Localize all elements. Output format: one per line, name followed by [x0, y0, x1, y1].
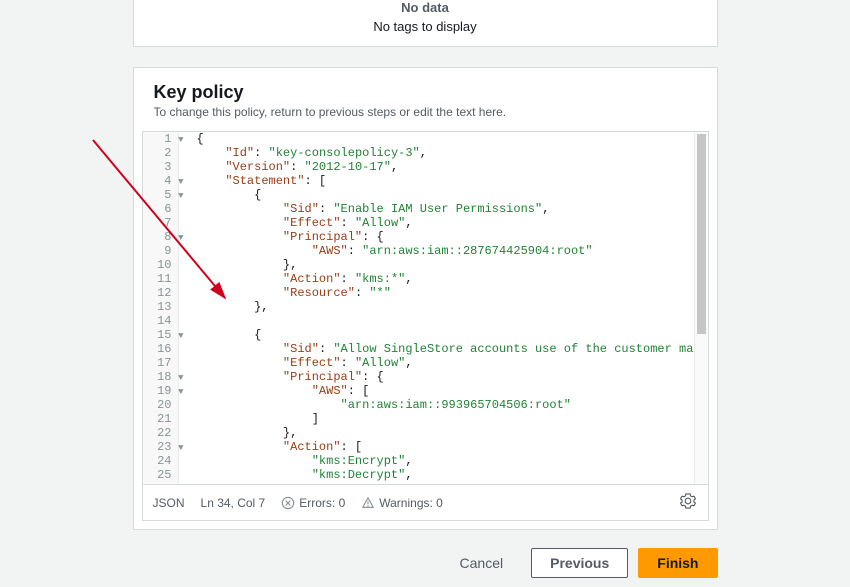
status-errors: Errors: 0: [281, 496, 345, 510]
line-number: 7: [153, 216, 172, 230]
editor-gutter: 1▼234▼5▼678▼9101112131415▼161718▼19▼2021…: [143, 132, 179, 484]
line-number: 25: [153, 468, 172, 482]
line-number: 10: [153, 258, 172, 272]
no-data-panel: No data No tags to display: [133, 0, 718, 47]
line-number: 14: [153, 314, 172, 328]
code-line[interactable]: ]: [197, 412, 694, 426]
code-line[interactable]: "Sid": "Allow SingleStore accounts use o…: [197, 342, 694, 356]
key-policy-title: Key policy: [154, 82, 697, 103]
fold-icon[interactable]: ▼: [178, 329, 183, 343]
fold-icon[interactable]: ▼: [178, 133, 183, 147]
code-line[interactable]: "Id": "key-consolepolicy-3",: [197, 146, 694, 160]
editor-status-bar: JSON Ln 34, Col 7 Errors: 0 Warnings: 0: [143, 484, 708, 520]
line-number: 2: [153, 146, 172, 160]
fold-icon[interactable]: ▼: [178, 441, 183, 455]
code-line[interactable]: "Resource": "*": [197, 286, 694, 300]
line-number: 12: [153, 286, 172, 300]
line-number: 21: [153, 412, 172, 426]
line-number: 3: [153, 160, 172, 174]
editor-scrollbar[interactable]: [694, 132, 708, 484]
code-editor[interactable]: 1▼234▼5▼678▼9101112131415▼161718▼19▼2021…: [142, 131, 709, 521]
line-number: 22: [153, 426, 172, 440]
error-icon: [281, 496, 295, 510]
line-number: 13: [153, 300, 172, 314]
code-line[interactable]: [197, 314, 694, 328]
key-policy-panel: Key policy To change this policy, return…: [133, 67, 718, 530]
code-line[interactable]: "Sid": "Enable IAM User Permissions",: [197, 202, 694, 216]
code-line[interactable]: "arn:aws:iam::993965704506:root": [197, 398, 694, 412]
line-number: 23▼: [153, 440, 172, 454]
panel-header: Key policy To change this policy, return…: [134, 68, 717, 131]
fold-icon[interactable]: ▼: [178, 189, 183, 203]
fold-icon[interactable]: ▼: [178, 385, 183, 399]
editor-code-area[interactable]: { "Id": "key-consolepolicy-3", "Version"…: [179, 132, 694, 484]
editor-settings-button[interactable]: [678, 491, 698, 514]
line-number: 11: [153, 272, 172, 286]
code-line[interactable]: {: [197, 188, 694, 202]
code-line[interactable]: {: [197, 328, 694, 342]
code-line[interactable]: "Statement": [: [197, 174, 694, 188]
code-line[interactable]: "Version": "2012-10-17",: [197, 160, 694, 174]
warning-icon: [361, 496, 375, 510]
no-data-title: No data: [134, 0, 717, 15]
line-number: 5▼: [153, 188, 172, 202]
code-line[interactable]: "kms:Decrypt",: [197, 468, 694, 482]
status-lang: JSON: [153, 496, 185, 510]
line-number: 16: [153, 342, 172, 356]
code-line[interactable]: "Effect": "Allow",: [197, 356, 694, 370]
code-line[interactable]: "AWS": [: [197, 384, 694, 398]
code-line[interactable]: },: [197, 426, 694, 440]
status-warnings: Warnings: 0: [361, 496, 443, 510]
code-line[interactable]: "Principal": {: [197, 370, 694, 384]
line-number: 4▼: [153, 174, 172, 188]
code-line[interactable]: "Effect": "Allow",: [197, 216, 694, 230]
wizard-footer: Cancel Previous Finish: [133, 548, 718, 578]
line-number: 6: [153, 202, 172, 216]
status-cursor: Ln 34, Col 7: [201, 496, 266, 510]
cancel-button[interactable]: Cancel: [442, 549, 522, 577]
line-number: 19▼: [153, 384, 172, 398]
previous-button[interactable]: Previous: [531, 548, 628, 578]
key-policy-description: To change this policy, return to previou…: [154, 105, 697, 119]
fold-icon[interactable]: ▼: [178, 175, 183, 189]
line-number: 20: [153, 398, 172, 412]
line-number: 18▼: [153, 370, 172, 384]
fold-icon[interactable]: ▼: [178, 371, 183, 385]
line-number: 24: [153, 454, 172, 468]
finish-button[interactable]: Finish: [638, 548, 717, 578]
line-number: 9: [153, 244, 172, 258]
code-line[interactable]: },: [197, 300, 694, 314]
fold-icon[interactable]: ▼: [178, 231, 183, 245]
code-line[interactable]: },: [197, 258, 694, 272]
code-line[interactable]: "AWS": "arn:aws:iam::287674425904:root": [197, 244, 694, 258]
line-number: 8▼: [153, 230, 172, 244]
gear-icon: [680, 493, 696, 509]
code-line[interactable]: "Action": [: [197, 440, 694, 454]
code-line[interactable]: "Principal": {: [197, 230, 694, 244]
scrollbar-thumb[interactable]: [697, 134, 706, 334]
code-line[interactable]: "kms:Encrypt",: [197, 454, 694, 468]
line-number: 1▼: [153, 132, 172, 146]
code-line[interactable]: "Action": "kms:*",: [197, 272, 694, 286]
line-number: 17: [153, 356, 172, 370]
no-data-subtitle: No tags to display: [134, 19, 717, 34]
line-number: 15▼: [153, 328, 172, 342]
code-line[interactable]: {: [197, 132, 694, 146]
